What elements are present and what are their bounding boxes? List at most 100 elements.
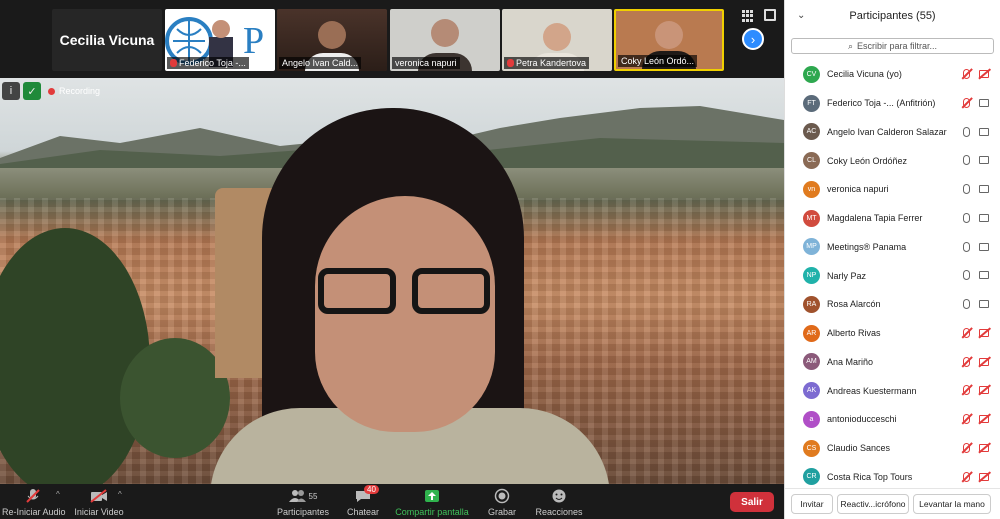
camera-off-icon[interactable] xyxy=(979,472,989,481)
audio-options-chevron-icon[interactable]: ^ xyxy=(56,490,60,499)
participant-row[interactable]: vn veronica napuri xyxy=(785,175,1000,204)
camera-icon[interactable] xyxy=(979,242,989,251)
panel-footer: Invitar Reactiv...icrófono Levantar la m… xyxy=(785,488,1000,519)
thumbnail-1[interactable]: P Federico Toja -... xyxy=(165,9,275,71)
avatar: RA xyxy=(803,295,820,313)
camera-off-icon[interactable] xyxy=(979,357,989,366)
participant-name: antonioducceschi xyxy=(827,414,897,425)
avatar: NP xyxy=(803,267,820,285)
participant-row[interactable]: AC Angelo Ivan Calderon Salazar xyxy=(785,118,1000,147)
avatar: AC xyxy=(803,123,820,141)
gallery-grid-icon[interactable] xyxy=(742,10,754,22)
camera-icon[interactable] xyxy=(979,98,989,107)
participant-head xyxy=(543,23,571,51)
participants-button[interactable]: 55 Participantes xyxy=(275,487,331,517)
shield-icon[interactable]: ✓ xyxy=(23,82,41,100)
thumbnail-5[interactable]: Coky León Ordó... xyxy=(614,9,724,71)
reactions-button[interactable]: Reacciones xyxy=(534,487,584,517)
mic-muted-icon[interactable] xyxy=(963,385,970,396)
mic-icon[interactable] xyxy=(963,126,970,137)
mic-muted-icon[interactable] xyxy=(963,69,970,79)
video-options-chevron-icon[interactable]: ^ xyxy=(118,490,122,499)
panel-header: ⌄ Participantes (55) xyxy=(785,0,1000,32)
participant-row[interactable]: RA Rosa Alarcón xyxy=(785,290,1000,319)
participant-row[interactable]: FT Federico Toja -... (Anfitrión) xyxy=(785,89,1000,118)
camera-icon[interactable] xyxy=(979,213,989,222)
camera-icon[interactable] xyxy=(979,127,989,136)
participant-row[interactable]: NP Narly Paz xyxy=(785,261,1000,290)
participant-row[interactable]: CR Costa Rica Top Tours xyxy=(785,463,1000,489)
mic-muted-icon[interactable] xyxy=(963,327,970,338)
participant-row[interactable]: AM Ana Mariño xyxy=(785,348,1000,377)
thumbnail-label: Angelo Ivan Cald... xyxy=(279,57,362,69)
participant-row[interactable]: CL Coky León Ordóñez xyxy=(785,146,1000,175)
mic-icon[interactable] xyxy=(963,184,970,194)
mic-muted-icon[interactable] xyxy=(963,471,970,482)
recording-indicator[interactable]: Recording xyxy=(48,86,100,96)
mic-muted-icon[interactable] xyxy=(963,414,970,424)
chat-button[interactable]: 40 Chatear xyxy=(344,485,382,517)
chevron-down-icon[interactable]: ⌄ xyxy=(797,10,805,21)
participant-name: Ana Mariño xyxy=(827,356,874,367)
participant-name: Coky León Ordóñez xyxy=(827,155,908,166)
participant-name: Magdalena Tapia Ferrer xyxy=(827,213,923,224)
participant-row[interactable]: AK Andreas Kuestermann xyxy=(785,376,1000,405)
participant-row[interactable]: CS Claudio Sances xyxy=(785,434,1000,463)
participant-row[interactable]: CV Cecilia Vicuna (yo) xyxy=(785,60,1000,89)
speaker-glasses xyxy=(318,268,494,316)
mic-icon[interactable] xyxy=(963,155,970,166)
mic-muted-icon[interactable] xyxy=(963,442,970,453)
leave-button[interactable]: Salir xyxy=(730,492,774,512)
record-dot-icon xyxy=(48,87,55,95)
participant-name: Federico Toja -... (Anfitrión) xyxy=(827,98,936,109)
reactivate-mic-button[interactable]: Reactiv...icrófono xyxy=(837,494,909,514)
people-icon xyxy=(288,490,306,502)
camera-icon[interactable] xyxy=(979,271,989,280)
participant-name: Meetings® Panama xyxy=(827,241,907,252)
thumbnail-3[interactable]: veronica napuri xyxy=(390,9,500,71)
camera-off-icon[interactable] xyxy=(979,415,989,423)
thumbnail-0[interactable]: Cecilia Vicuna xyxy=(52,9,162,71)
zoom-window: Cecilia Vicuna P Federico Toja -... Ange… xyxy=(0,0,1000,519)
filter-input[interactable]: ⌕ Escribir para filtrar... xyxy=(791,38,994,54)
camera-off-icon[interactable] xyxy=(979,70,989,78)
camera-icon[interactable] xyxy=(979,185,989,193)
avatar: CV xyxy=(803,65,820,83)
mic-muted-icon[interactable] xyxy=(963,356,970,367)
participant-row[interactable]: AR Alberto Rivas xyxy=(785,319,1000,348)
camera-off-icon[interactable] xyxy=(979,443,989,452)
avatar: vn xyxy=(803,180,820,198)
camera-icon[interactable] xyxy=(979,300,989,308)
record-icon xyxy=(494,488,510,504)
chat-unread-badge: 40 xyxy=(364,485,379,494)
participants-panel: ⌄ Participantes (55) ⌕ Escribir para fil… xyxy=(784,0,1000,519)
muted-mic-icon xyxy=(507,59,514,67)
avatar: AR xyxy=(803,324,820,342)
mic-icon[interactable] xyxy=(963,241,970,252)
share-screen-icon xyxy=(425,490,439,502)
raise-hand-button[interactable]: Levantar la mano xyxy=(913,494,991,514)
share-screen-button[interactable]: Compartir pantalla xyxy=(394,487,470,517)
participant-row[interactable]: MP Meetings® Panama xyxy=(785,233,1000,262)
camera-icon[interactable] xyxy=(979,156,989,165)
thumbnail-2[interactable]: Angelo Ivan Cald... xyxy=(277,9,387,71)
avatar: AK xyxy=(803,382,820,400)
record-button[interactable]: Grabar xyxy=(484,487,520,517)
thumbnail-4[interactable]: Petra Kandertova xyxy=(502,9,612,71)
mic-muted-icon[interactable] xyxy=(963,97,970,108)
invite-button[interactable]: Invitar xyxy=(791,494,833,514)
camera-off-icon[interactable] xyxy=(979,328,989,337)
thumbnail-label: Coky León Ordó... xyxy=(618,55,698,67)
thumbnail-label: veronica napuri xyxy=(392,57,460,69)
mic-icon[interactable] xyxy=(963,212,970,223)
participant-row[interactable]: a antonioducceschi xyxy=(785,405,1000,434)
camera-off-icon[interactable] xyxy=(979,386,989,395)
mic-icon[interactable] xyxy=(963,270,970,281)
info-icon[interactable]: i xyxy=(2,82,20,100)
participant-row[interactable]: MT Magdalena Tapia Ferrer xyxy=(785,204,1000,233)
audio-button[interactable]: Re-Iniciar Audio xyxy=(2,487,66,517)
avatar: CR xyxy=(803,468,820,486)
mic-icon[interactable] xyxy=(963,299,970,309)
next-page-button[interactable]: › xyxy=(742,28,764,50)
fullscreen-icon[interactable] xyxy=(764,9,776,21)
